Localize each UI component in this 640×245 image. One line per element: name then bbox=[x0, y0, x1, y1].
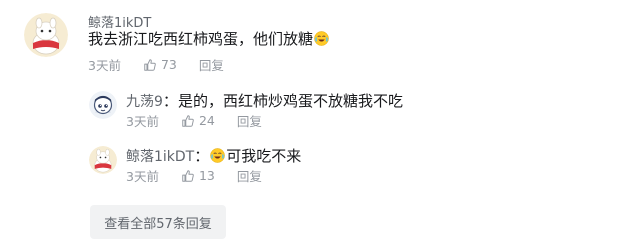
reply-avatar[interactable] bbox=[89, 91, 117, 119]
reply-time: 3天前 bbox=[126, 114, 159, 129]
reply-text-row: 九荡9：是的，西红柿炒鸡蛋不放糖我不吃 bbox=[126, 91, 403, 112]
like-button[interactable]: 73 bbox=[143, 57, 177, 72]
comment-time: 3天前 bbox=[88, 58, 121, 73]
like-count: 24 bbox=[198, 113, 215, 128]
thumbs-up-icon bbox=[182, 114, 194, 127]
reply-text: 可我吃不来 bbox=[226, 147, 302, 165]
laugh-cry-emoji-icon bbox=[210, 148, 226, 163]
comment-text: 我去浙江吃西红柿鸡蛋，他们放糖 bbox=[88, 30, 314, 48]
reply-separator: ： bbox=[194, 147, 210, 165]
laugh-cry-emoji-icon bbox=[314, 31, 329, 46]
reply-button[interactable]: 回复 bbox=[237, 166, 262, 185]
reply-text-row: 鲸落1ikDT： 可我吃不来 bbox=[126, 146, 301, 167]
user-avatar-image bbox=[24, 13, 68, 57]
thumbs-up-icon bbox=[182, 169, 194, 182]
reply-avatar[interactable] bbox=[89, 146, 117, 174]
like-button[interactable]: 24 bbox=[181, 113, 215, 128]
reply-separator: ： bbox=[162, 92, 178, 110]
user-avatar-image bbox=[89, 146, 117, 174]
reply-button[interactable]: 回复 bbox=[199, 55, 224, 74]
reply-button[interactable]: 回复 bbox=[237, 111, 262, 130]
like-count: 73 bbox=[160, 57, 177, 72]
reply-username[interactable]: 鲸落1ikDT bbox=[126, 149, 194, 165]
reply-text: 是的，西红柿炒鸡蛋不放糖我不吃 bbox=[177, 92, 403, 110]
view-all-replies-button[interactable]: 查看全部57条回复 bbox=[90, 205, 226, 239]
like-count: 13 bbox=[198, 168, 215, 183]
reply-meta: 3天前 13 回复 bbox=[126, 166, 262, 185]
comment-text-row: 我去浙江吃西红柿鸡蛋，他们放糖 bbox=[88, 29, 330, 49]
avatar[interactable] bbox=[24, 13, 68, 57]
thumbs-up-icon bbox=[144, 58, 156, 71]
reply-meta: 3天前 24 回复 bbox=[126, 111, 262, 130]
user-avatar-image bbox=[89, 91, 117, 119]
comment-meta: 3天前 73 回复 bbox=[88, 55, 224, 74]
reply-time: 3天前 bbox=[126, 169, 159, 184]
like-button[interactable]: 13 bbox=[181, 168, 215, 183]
reply-username[interactable]: 九荡9 bbox=[126, 94, 163, 110]
